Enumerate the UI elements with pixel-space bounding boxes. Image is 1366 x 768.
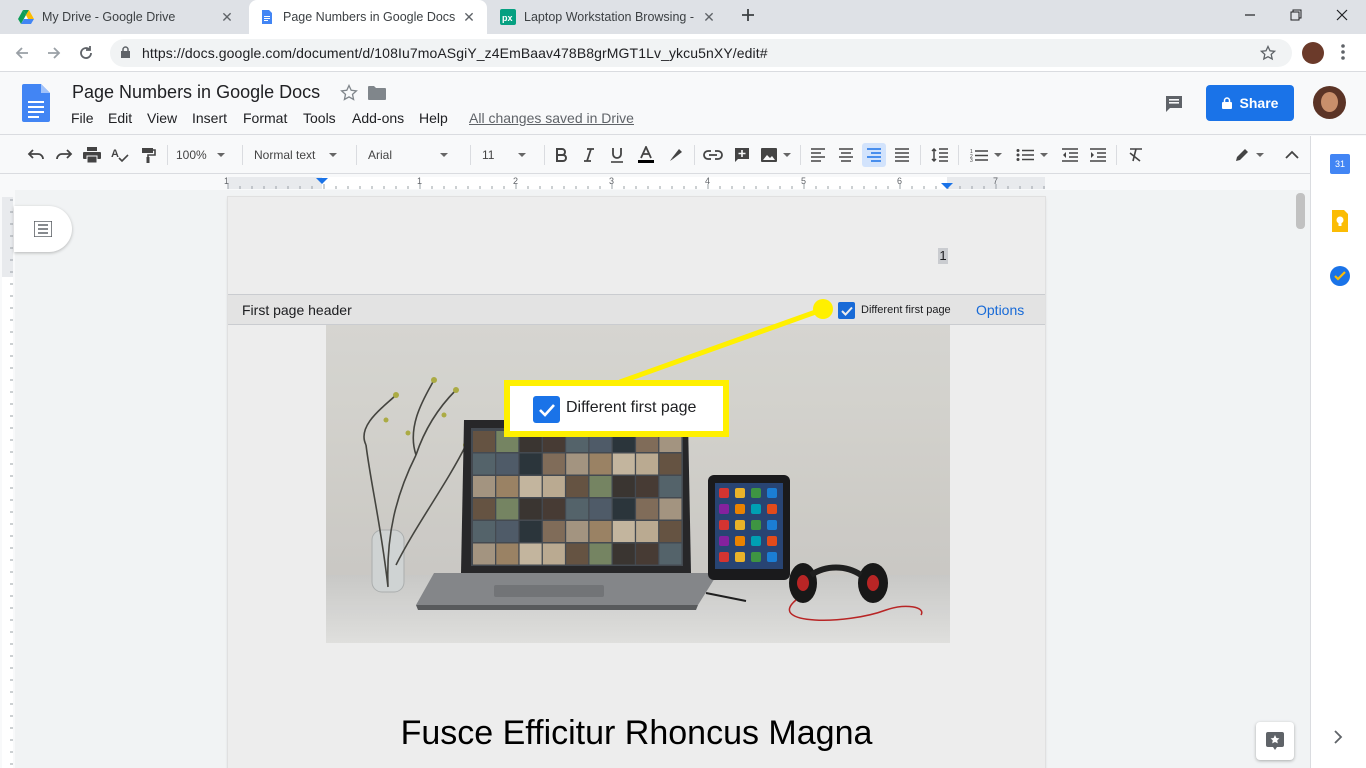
- keep-icon[interactable]: [1330, 210, 1350, 232]
- callout-label: Different first page: [566, 399, 697, 416]
- callout-zoom-box: Different first page: [504, 380, 729, 437]
- side-panel: 31: [1310, 136, 1366, 768]
- calendar-icon[interactable]: 31: [1330, 154, 1350, 174]
- tasks-icon[interactable]: [1329, 265, 1351, 287]
- explore-icon: [1266, 732, 1284, 750]
- vertical-scrollbar-thumb[interactable]: [1296, 193, 1305, 229]
- checkmark-icon: [538, 403, 555, 417]
- callout-checkbox[interactable]: [533, 396, 560, 423]
- explore-button[interactable]: [1256, 722, 1294, 760]
- expand-panel-icon[interactable]: [1333, 730, 1343, 744]
